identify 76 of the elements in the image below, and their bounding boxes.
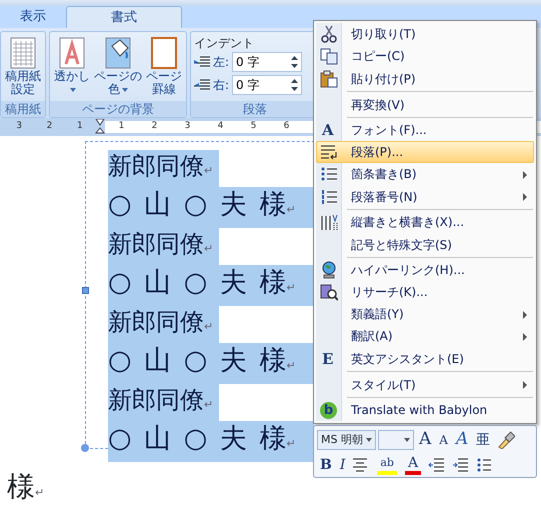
indent-field[interactable]: 0 字 <box>232 52 302 72</box>
indent-field[interactable]: 0 字 <box>232 75 302 95</box>
phonetic-guide-button[interactable]: 亜 <box>473 429 494 451</box>
highlight-button[interactable]: ab <box>377 455 397 475</box>
group-label: ページの背景 <box>50 101 186 117</box>
ribbon-button[interactable]: ページの色 <box>93 34 143 99</box>
menu-item[interactable]: b Translate with Babylon <box>316 399 534 421</box>
ribbon-tab[interactable]: 書式 <box>66 6 182 28</box>
copy-icon <box>320 47 338 65</box>
menu-item[interactable]: リサーチ(K)... <box>316 281 534 303</box>
field-label: 左: <box>213 54 230 71</box>
resize-handle[interactable] <box>81 444 89 452</box>
right-indent-icon <box>194 79 210 91</box>
dropdown-arrow-icon <box>404 438 410 442</box>
grow-font-button[interactable]: A <box>416 429 434 451</box>
ruler-number: 2 <box>150 120 158 134</box>
font-size-field[interactable] <box>378 430 414 450</box>
submenu-arrow-icon <box>523 381 527 389</box>
font-color-button[interactable]: A <box>404 455 422 475</box>
ribbon-button[interactable]: ページ罫線 <box>145 34 183 99</box>
dropdown-arrow-icon <box>122 88 128 92</box>
ribbon-tab[interactable]: 表示 <box>0 6 66 28</box>
assistant-icon: E <box>320 350 334 368</box>
styles-button[interactable]: A <box>452 429 472 451</box>
clipboard-icon <box>320 70 338 88</box>
ruler-number: 4 <box>216 120 224 134</box>
ruler-number: 1 <box>76 120 83 134</box>
menu-item[interactable]: 縦書きと横書き(X)... <box>316 211 534 233</box>
ruler-number: 3 <box>16 120 22 134</box>
ruler-number: 2 <box>46 120 52 134</box>
decrease-indent-icon[interactable] <box>428 456 446 474</box>
dropdown-arrow-icon <box>70 88 76 92</box>
spin-arrows-icon <box>291 78 298 92</box>
page-border-icon <box>148 36 180 70</box>
ribbon-button[interactable]: 稿用紙設定 <box>4 34 42 99</box>
menu-item[interactable]: A フォント(F)... <box>316 119 534 141</box>
submenu-arrow-icon <box>523 193 527 201</box>
font-icon: A <box>320 121 334 139</box>
menu-item[interactable]: 箇条書き(B) <box>316 163 534 185</box>
ruler-number: 6 <box>282 120 290 134</box>
spin-arrows-icon <box>291 55 298 69</box>
dropdown-arrow-icon <box>366 438 372 442</box>
bold-button[interactable]: B <box>317 454 335 476</box>
italic-button[interactable]: I <box>336 454 348 476</box>
field-label: 右: <box>213 77 230 94</box>
menu-item[interactable]: 翻訳(A) <box>316 325 534 347</box>
menu-item[interactable]: ハイパーリンク(H)... <box>316 259 534 281</box>
ruler-number: 1 <box>118 120 126 134</box>
menu-item[interactable]: 段落(P)... <box>316 141 534 163</box>
submenu-arrow-icon <box>523 333 527 341</box>
scissors-icon <box>320 25 338 43</box>
globe-icon <box>320 261 338 279</box>
menu-item[interactable]: 切り取り(T) <box>316 23 534 45</box>
group-heading: インデント <box>194 35 255 52</box>
indent-marker-icon[interactable] <box>95 119 105 135</box>
numbered-list-icon <box>320 188 338 206</box>
increase-indent-icon[interactable] <box>452 456 470 474</box>
menu-item[interactable]: コピー(C) <box>316 45 534 67</box>
submenu-arrow-icon <box>523 311 527 319</box>
menu-item[interactable]: 類義語(Y) <box>316 303 534 325</box>
ruler-number: 3 <box>184 120 192 134</box>
ruler-number: 5 <box>250 120 258 134</box>
resize-handle[interactable] <box>82 287 89 294</box>
paragraph-icon <box>320 143 338 161</box>
shrink-font-button[interactable]: A <box>436 429 451 451</box>
bullet-list-icon <box>320 165 338 183</box>
text-line: 様↵ <box>7 469 44 505</box>
font-name-field[interactable]: MS 明朝 <box>317 430 376 450</box>
format-painter-icon[interactable] <box>497 431 516 449</box>
babylon-icon: b <box>320 402 337 418</box>
ribbon-button[interactable]: 透かし <box>53 34 91 99</box>
group-label: 稿用紙 <box>1 101 45 117</box>
left-indent-icon <box>194 56 210 68</box>
book-search-icon <box>320 283 338 301</box>
submenu-arrow-icon <box>523 171 527 179</box>
text-direction-icon <box>320 213 338 231</box>
